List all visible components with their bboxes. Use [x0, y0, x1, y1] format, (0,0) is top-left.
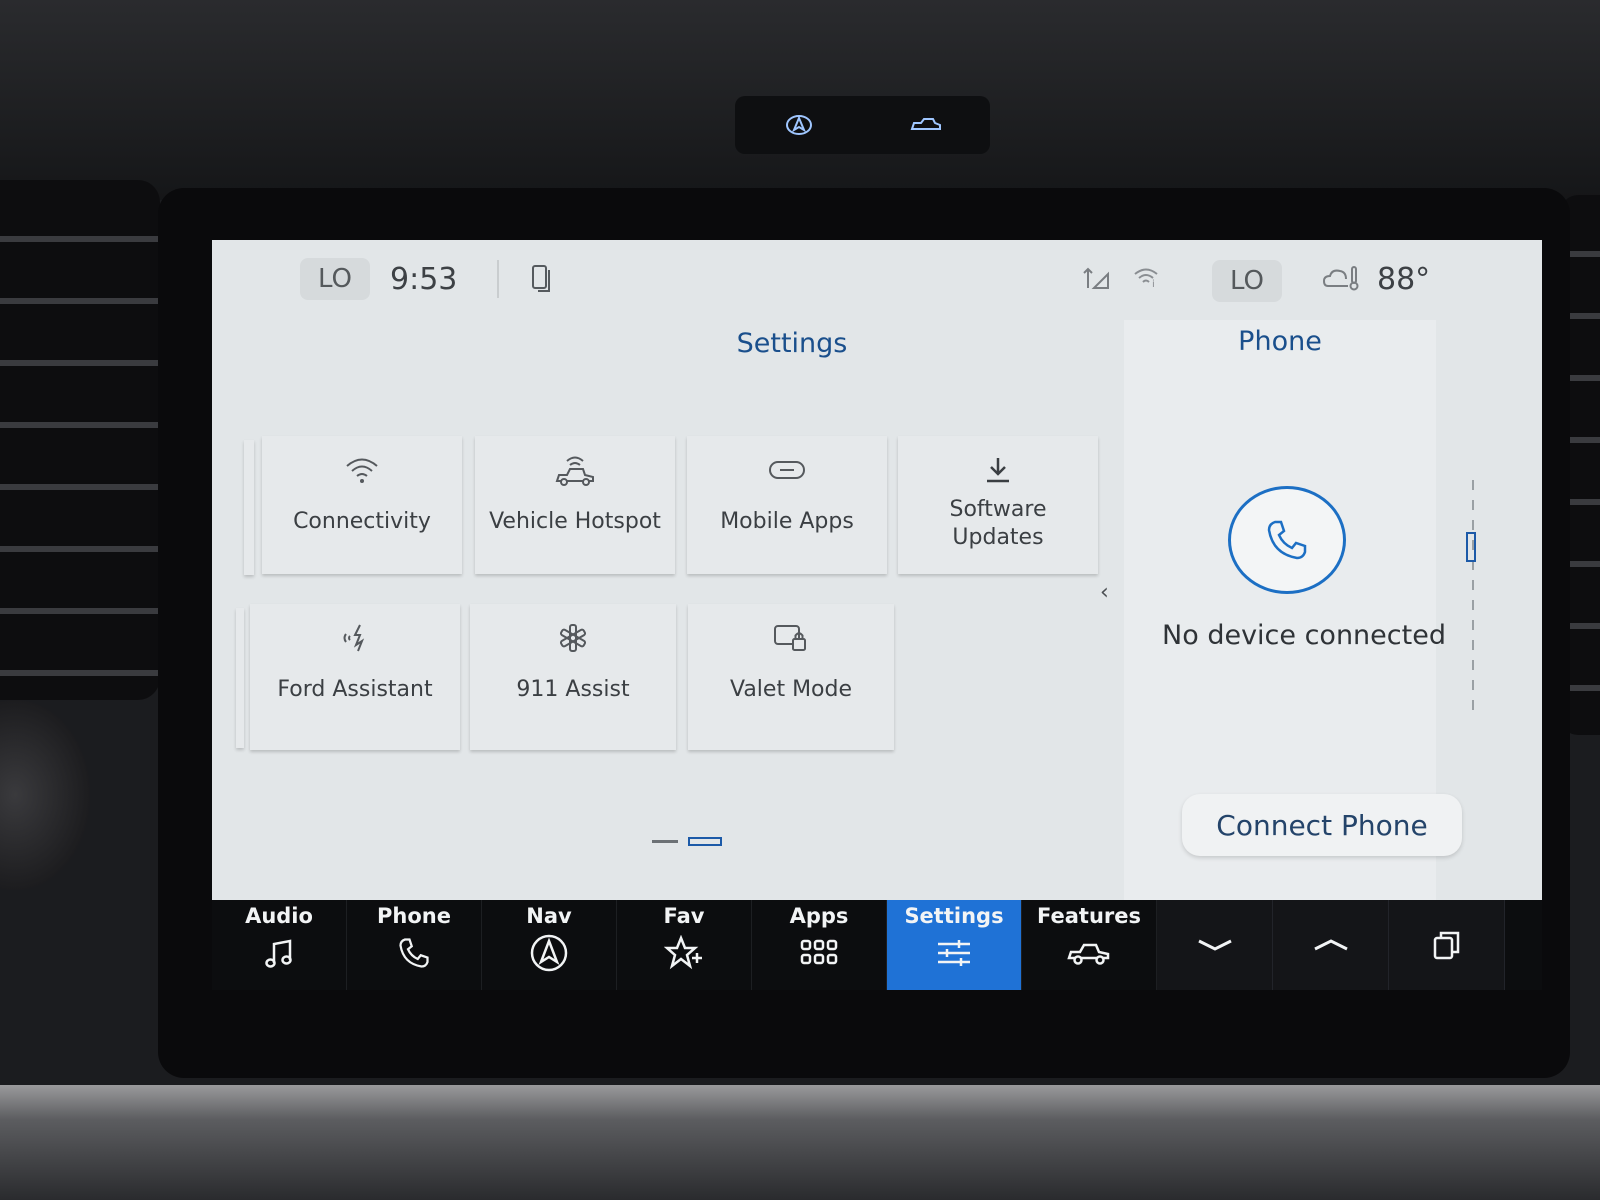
hardware-vehicle-button[interactable] — [896, 105, 956, 145]
nav-label: Nav — [526, 904, 572, 928]
left-air-vent — [0, 180, 160, 700]
tile-software-updates[interactable]: Software Updates — [898, 436, 1098, 574]
voice-assistant-icon — [338, 618, 372, 658]
driver-temp[interactable]: LO — [300, 258, 371, 300]
download-icon — [983, 450, 1013, 490]
asterisk-icon — [558, 618, 588, 658]
page-indicator — [652, 837, 722, 846]
nav-label: Audio — [245, 904, 313, 928]
nav-settings[interactable]: Settings — [887, 900, 1022, 990]
page-dot[interactable] — [652, 840, 678, 843]
nav-label: Phone — [377, 904, 451, 928]
sliders-icon — [935, 932, 973, 974]
phone-projection-icon[interactable] — [530, 264, 554, 298]
svg-text:i: i — [1152, 279, 1155, 288]
lock-screen-icon — [772, 618, 810, 658]
vehicle-icon — [1066, 932, 1112, 974]
hardware-nav-button[interactable] — [769, 105, 829, 145]
scrollbar-track[interactable] — [1472, 480, 1474, 716]
tile-label: Valet Mode — [729, 677, 853, 702]
nav-audio[interactable]: Audio — [212, 900, 347, 990]
infotainment-screen: LO 9:53 i LO 88° Settings Connectivity V… — [212, 240, 1542, 900]
nav-nav[interactable]: Nav — [482, 900, 617, 990]
bottom-nav-bar: Audio Phone Nav Fav Apps Settings Featur… — [212, 900, 1542, 990]
vehicle-hardware-icon — [910, 118, 942, 130]
tile-connectivity[interactable]: Connectivity — [262, 436, 462, 574]
outside-temp: 88° — [1377, 262, 1431, 297]
weather-icon — [1322, 264, 1362, 296]
tile-label: Ford Assistant — [277, 677, 433, 702]
tile-label: Connectivity — [293, 509, 431, 534]
tile-label: Software Updates — [949, 497, 1047, 550]
chevron-up-icon — [1313, 939, 1348, 951]
tile-vehicle-hotspot[interactable]: Vehicle Hotspot — [475, 436, 675, 574]
hardware-button-pod — [735, 96, 990, 154]
tile-ford-assistant[interactable]: Ford Assistant — [250, 604, 460, 750]
wifi-status-icon: i — [1132, 266, 1160, 292]
connect-phone-button[interactable]: Connect Phone — [1182, 794, 1462, 856]
navigation-icon — [529, 932, 569, 974]
phone-icon — [396, 932, 432, 974]
phone-panel: Phone No device connected Connect Phone — [1124, 320, 1462, 900]
page-title: Settings — [736, 328, 848, 359]
dashboard-trim — [0, 1085, 1600, 1200]
nav-fav[interactable]: Fav — [617, 900, 752, 990]
grid-icon — [800, 932, 838, 974]
previous-page-tile-edge — [236, 608, 244, 748]
tile-label: Mobile Apps — [720, 509, 854, 534]
scroll-up-button[interactable] — [1273, 900, 1389, 990]
nav-label: Features — [1037, 904, 1141, 928]
star-plus-icon — [664, 932, 704, 974]
nav-apps[interactable]: Apps — [752, 900, 887, 990]
wifi-icon — [344, 450, 380, 490]
passenger-temp[interactable]: LO — [1212, 260, 1283, 302]
nav-features[interactable]: Features — [1022, 900, 1157, 990]
multitask-button[interactable] — [1389, 900, 1505, 990]
previous-page-tile-edge — [244, 440, 254, 575]
volume-knob[interactable] — [0, 700, 90, 890]
tile-mobile-apps[interactable]: Mobile Apps — [687, 436, 887, 574]
scroll-down-button[interactable] — [1157, 900, 1273, 990]
music-note-icon — [262, 932, 296, 974]
nav-phone[interactable]: Phone — [347, 900, 482, 990]
cellular-signal-icon — [1082, 266, 1110, 296]
phone-call-button[interactable] — [1228, 486, 1346, 594]
tile-label: 911 Assist — [516, 677, 630, 702]
nav-label: Fav — [663, 904, 705, 928]
tile-911-assist[interactable]: 911 Assist — [470, 604, 676, 750]
nav-label: Apps — [789, 904, 849, 928]
link-icon — [767, 450, 807, 490]
status-bar: LO 9:53 i LO 88° — [212, 240, 1542, 318]
nav-label: Settings — [904, 904, 1004, 928]
chevron-down-icon — [1197, 939, 1232, 951]
panel-collapse-icon[interactable]: ‹ — [1100, 580, 1109, 605]
tile-label: Vehicle Hotspot — [489, 509, 661, 534]
layers-icon — [1433, 931, 1459, 960]
hotspot-icon — [553, 450, 597, 490]
tile-valet-mode[interactable]: Valet Mode — [688, 604, 894, 750]
scrollbar-thumb[interactable] — [1466, 532, 1476, 562]
clock: 9:53 — [390, 262, 458, 297]
phone-panel-title: Phone — [1238, 326, 1322, 357]
navigation-hardware-icon — [785, 115, 812, 135]
page-dot-active[interactable] — [688, 837, 722, 846]
phone-status-text: No device connected — [1162, 620, 1446, 651]
divider — [497, 260, 499, 298]
phone-icon — [1267, 520, 1307, 560]
